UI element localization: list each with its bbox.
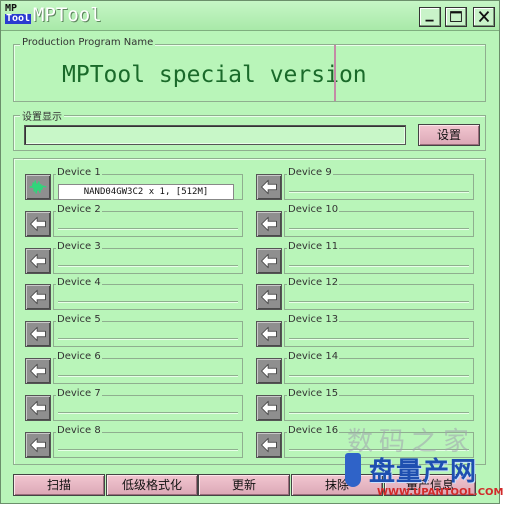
device-4-status-arrow-left-icon (25, 284, 51, 311)
production-program-group: Production Program Name MPTool special v… (13, 37, 486, 102)
device-6-label: Device 6 (56, 351, 102, 362)
device-9-status-arrow-left-icon (256, 174, 282, 200)
scan-button[interactable]: 扫描 (13, 474, 105, 496)
device-12-status-arrow-left-icon (256, 284, 282, 311)
device-14-status-arrow-left-icon (256, 358, 282, 384)
device-13-empty-field (289, 338, 469, 341)
device-7-empty-field (58, 411, 238, 414)
device-7-status-arrow-left-icon (25, 394, 51, 421)
device-11-label: Device 11 (287, 240, 340, 252)
window-title: MPTool (33, 4, 102, 26)
close-button[interactable] (473, 7, 495, 27)
production-program-title: MPTool special version (62, 62, 367, 88)
device-4-empty-field (58, 301, 238, 304)
device-3-empty-field (58, 264, 238, 267)
device-5-empty-field (58, 338, 238, 341)
device-11-empty-field (289, 264, 469, 267)
device-11-status-arrow-left-icon (256, 247, 282, 274)
device-6-empty-field (58, 375, 238, 377)
device-12-label: Device 12 (287, 277, 340, 289)
low-level-format-button[interactable]: 低级格式化 (106, 474, 198, 496)
device-6-slot: Device 6 (53, 351, 243, 384)
settings-display-field[interactable] (24, 125, 406, 145)
device-8-slot: Device 8 (53, 424, 243, 458)
device-2-empty-field (58, 227, 238, 230)
device-7-label: Device 7 (56, 387, 102, 399)
device-15-empty-field (289, 411, 469, 414)
maximize-icon (450, 11, 462, 22)
device-5-label: Device 5 (56, 314, 102, 326)
device-6-status-arrow-left-icon (25, 358, 51, 384)
device-1-label: Device 1 (56, 167, 102, 178)
production-divider (334, 45, 336, 101)
device-13-slot: Device 13 (284, 314, 474, 348)
device-1-slot: Device 1 NAND04GW3C2 x 1, [512M] (53, 167, 243, 200)
device-10-slot: Device 10 (284, 203, 474, 237)
device-3-status-arrow-left-icon (25, 247, 51, 274)
device-4-label: Device 4 (56, 277, 102, 289)
device-9-empty-field (289, 191, 469, 193)
app-icon: MP Tool (5, 4, 32, 28)
device-7-slot: Device 7 (53, 387, 243, 421)
settings-group: 设置显示 设置 (13, 108, 486, 151)
minimize-button[interactable] (419, 7, 441, 27)
device-13-status-arrow-left-icon (256, 321, 282, 348)
device-10-empty-field (289, 227, 469, 230)
mp-info-button[interactable]: 量产信息 (384, 474, 476, 496)
device-12-slot: Device 12 (284, 277, 474, 311)
device-15-status-arrow-left-icon (256, 394, 282, 421)
device-10-status-arrow-left-icon (256, 210, 282, 237)
device-9-slot: Device 9 (284, 167, 474, 200)
device-10-label: Device 10 (287, 203, 340, 215)
device-14-empty-field (289, 375, 469, 377)
device-3-slot: Device 3 (53, 240, 243, 274)
device-16-label: Device 16 (287, 424, 340, 436)
production-program-legend: Production Program Name (20, 37, 156, 48)
device-8-status-arrow-left-icon (25, 431, 51, 458)
title-bar[interactable]: MP Tool MPTool (1, 1, 499, 31)
maximize-button[interactable] (445, 7, 467, 27)
device-1-value: NAND04GW3C2 x 1, [512M] (58, 184, 234, 200)
device-5-status-arrow-left-icon (25, 321, 51, 348)
device-5-slot: Device 5 (53, 314, 243, 348)
minimize-icon (425, 19, 434, 22)
device-14-slot: Device 14 (284, 351, 474, 384)
device-3-label: Device 3 (56, 240, 102, 252)
device-11-slot: Device 11 (284, 240, 474, 274)
devices-group: Device 1 NAND04GW3C2 x 1, [512M] Device 2 D… (13, 158, 486, 465)
erase-button[interactable]: 抹除 (291, 474, 383, 496)
device-9-label: Device 9 (287, 167, 333, 178)
device-13-label: Device 13 (287, 314, 340, 326)
settings-button[interactable]: 设置 (418, 124, 480, 146)
device-16-empty-field (289, 448, 469, 451)
settings-legend: 设置显示 (20, 108, 64, 123)
device-4-slot: Device 4 (53, 277, 243, 311)
mptool-window: MP Tool MPTool Production Program Name M… (0, 0, 504, 504)
device-14-label: Device 14 (287, 351, 340, 362)
device-16-status-arrow-left-icon (256, 431, 282, 458)
device-8-empty-field (58, 448, 238, 451)
close-icon (478, 10, 490, 23)
device-2-label: Device 2 (56, 203, 102, 215)
app-icon-line-2: Tool (5, 13, 32, 24)
device-12-empty-field (289, 301, 469, 304)
device-2-status-arrow-left-icon (25, 210, 51, 237)
device-15-slot: Device 15 (284, 387, 474, 421)
device-2-slot: Device 2 (53, 203, 243, 237)
update-button[interactable]: 更新 (198, 474, 290, 496)
device-1-status-signal-icon (25, 174, 51, 200)
device-8-label: Device 8 (56, 424, 102, 436)
device-16-slot: Device 16 (284, 424, 474, 458)
device-15-label: Device 15 (287, 387, 340, 399)
